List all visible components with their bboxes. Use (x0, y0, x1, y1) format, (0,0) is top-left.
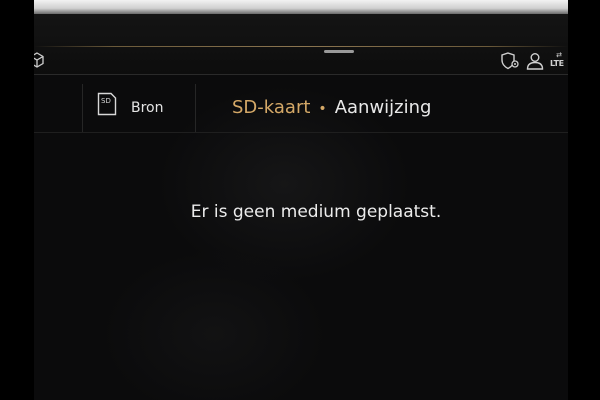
infotainment-screen: ⇄ LTE SD Bron SD-kaart • Aanwijzing Er is … (34, 14, 568, 400)
sd-card-icon: SD (97, 92, 117, 116)
cube-icon[interactable] (34, 52, 44, 68)
no-media-message: Er is geen medium geplaatst. (190, 202, 442, 222)
status-bar: ⇄ LTE (34, 14, 568, 75)
status-bar-accent-line (34, 46, 568, 47)
breadcrumb-separator: • (318, 101, 327, 117)
data-transfer-icon: ⇄ (556, 51, 562, 59)
lte-signal-icon: ⇄ LTE (550, 51, 568, 71)
source-label: Bron (131, 100, 164, 116)
breadcrumb-current: Aanwijzing (334, 97, 432, 118)
screen-glare (34, 0, 568, 14)
breadcrumb-sd-card[interactable]: SD-kaart (232, 97, 310, 118)
source-button[interactable]: SD Bron (82, 84, 196, 132)
breadcrumb: SD-kaart • Aanwijzing (232, 84, 431, 132)
user-icon[interactable] (526, 52, 544, 70)
lte-label: LTE (550, 59, 564, 68)
bezel-right (568, 0, 600, 400)
pull-down-handle[interactable] (324, 50, 354, 53)
shield-location-icon[interactable] (500, 52, 520, 70)
sd-card-icon-text: SD (101, 97, 111, 105)
source-bar: SD Bron SD-kaart • Aanwijzing (34, 84, 568, 133)
bezel-left (0, 0, 34, 400)
